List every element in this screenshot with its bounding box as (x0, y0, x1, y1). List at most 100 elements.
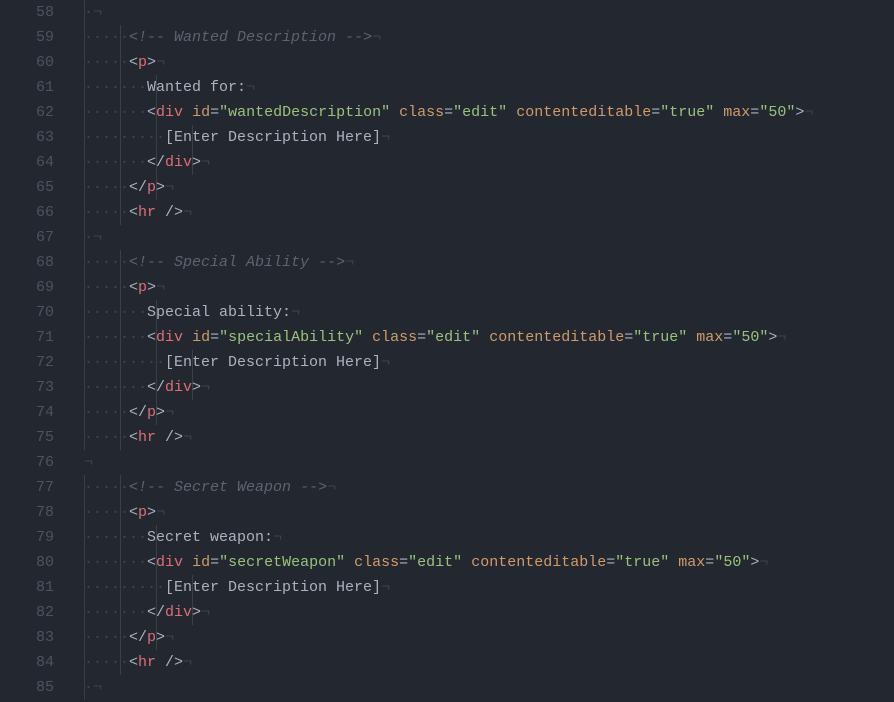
end-of-line-glyph: ¬ (156, 279, 165, 296)
code-line[interactable]: ·······</div>¬ (84, 375, 894, 400)
code-line[interactable]: ·····<!-- Secret Weapon -->¬ (84, 475, 894, 500)
code-line[interactable]: ·······</div>¬ (84, 600, 894, 625)
end-of-line-glyph: ¬ (273, 529, 282, 546)
line-number: 64 (0, 150, 54, 175)
code-line[interactable]: ·······</div>¬ (84, 150, 894, 175)
code-line[interactable]: ·······<div id="specialAbility" class="e… (84, 325, 894, 350)
line-number: 69 (0, 275, 54, 300)
end-of-line-glyph: ¬ (165, 629, 174, 646)
code-line[interactable]: ·····<p>¬ (84, 50, 894, 75)
end-of-line-glyph: ¬ (759, 554, 768, 571)
code-line[interactable]: ·······<div id="wantedDescription" class… (84, 100, 894, 125)
line-number: 63 (0, 125, 54, 150)
end-of-line-glyph: ¬ (291, 304, 300, 321)
code-text: ·····<hr />¬ (84, 425, 192, 450)
code-text: ·····<!-- Wanted Description -->¬ (84, 25, 381, 50)
end-of-line-glyph: ¬ (156, 54, 165, 71)
end-of-line-glyph: ¬ (183, 204, 192, 221)
code-text: ·¬ (84, 225, 102, 250)
code-line[interactable]: ·········[Enter Description Here]¬ (84, 575, 894, 600)
code-text: ·····</p>¬ (84, 175, 174, 200)
line-number: 80 (0, 550, 54, 575)
code-line[interactable]: ·········[Enter Description Here]¬ (84, 125, 894, 150)
line-number: 60 (0, 50, 54, 75)
code-line[interactable]: ·····</p>¬ (84, 175, 894, 200)
line-number: 78 (0, 500, 54, 525)
end-of-line-glyph: ¬ (93, 679, 102, 696)
line-number: 79 (0, 525, 54, 550)
code-area[interactable]: ·¬·····<!-- Wanted Description -->¬·····… (84, 0, 894, 702)
code-text: ·····<!-- Secret Weapon -->¬ (84, 475, 336, 500)
end-of-line-glyph: ¬ (183, 429, 192, 446)
code-text: ·······Special ability:¬ (84, 300, 300, 325)
line-number: 72 (0, 350, 54, 375)
code-line[interactable]: ·····<!-- Special Ability -->¬ (84, 250, 894, 275)
code-line[interactable]: ·····<hr />¬ (84, 425, 894, 450)
line-number: 83 (0, 625, 54, 650)
code-line[interactable]: ·····<hr />¬ (84, 200, 894, 225)
code-text: ·······<div id="secretWeapon" class="edi… (84, 550, 768, 575)
code-line[interactable]: ·····<p>¬ (84, 275, 894, 300)
line-number: 75 (0, 425, 54, 450)
code-line[interactable]: ·¬ (84, 0, 894, 25)
line-number: 77 (0, 475, 54, 500)
code-text: ·····<hr />¬ (84, 650, 192, 675)
line-number: 61 (0, 75, 54, 100)
code-line[interactable]: ·····</p>¬ (84, 400, 894, 425)
code-text: ·········[Enter Description Here]¬ (84, 575, 390, 600)
end-of-line-glyph: ¬ (372, 29, 381, 46)
code-text: ·····</p>¬ (84, 625, 174, 650)
code-line[interactable]: ·····<!-- Wanted Description -->¬ (84, 25, 894, 50)
code-text: ·····<p>¬ (84, 50, 165, 75)
end-of-line-glyph: ¬ (381, 579, 390, 596)
code-line[interactable]: ·······Secret weapon:¬ (84, 525, 894, 550)
code-line[interactable]: ·······Special ability:¬ (84, 300, 894, 325)
code-text: ·····<!-- Special Ability -->¬ (84, 250, 354, 275)
end-of-line-glyph: ¬ (381, 354, 390, 371)
line-number: 68 (0, 250, 54, 275)
code-line[interactable]: ¬ (84, 450, 894, 475)
line-number: 76 (0, 450, 54, 475)
code-line[interactable]: ·····<hr />¬ (84, 650, 894, 675)
code-text: ·······</div>¬ (84, 150, 210, 175)
code-line[interactable]: ·¬ (84, 675, 894, 700)
code-text: ·····<p>¬ (84, 500, 165, 525)
end-of-line-glyph: ¬ (345, 254, 354, 271)
end-of-line-glyph: ¬ (165, 179, 174, 196)
code-text: ¬ (84, 450, 93, 475)
line-number: 58 (0, 0, 54, 25)
line-number: 84 (0, 650, 54, 675)
line-number: 67 (0, 225, 54, 250)
line-number: 85 (0, 675, 54, 700)
end-of-line-glyph: ¬ (183, 654, 192, 671)
line-number: 59 (0, 25, 54, 50)
code-editor[interactable]: 5859606162636465666768697071727374757677… (0, 0, 894, 702)
end-of-line-glyph: ¬ (201, 154, 210, 171)
code-text: ·······Secret weapon:¬ (84, 525, 282, 550)
end-of-line-glyph: ¬ (201, 604, 210, 621)
line-number: 62 (0, 100, 54, 125)
line-number: 74 (0, 400, 54, 425)
code-line[interactable]: ·····</p>¬ (84, 625, 894, 650)
end-of-line-glyph: ¬ (84, 454, 93, 471)
end-of-line-glyph: ¬ (156, 504, 165, 521)
end-of-line-glyph: ¬ (777, 329, 786, 346)
code-line[interactable]: ·······<div id="secretWeapon" class="edi… (84, 550, 894, 575)
end-of-line-glyph: ¬ (93, 4, 102, 21)
line-number: 71 (0, 325, 54, 350)
code-text: ·¬ (84, 675, 102, 700)
code-text: ·······</div>¬ (84, 375, 210, 400)
end-of-line-glyph: ¬ (327, 479, 336, 496)
code-text: ·······<div id="wantedDescription" class… (84, 100, 813, 125)
code-line[interactable]: ·····<p>¬ (84, 500, 894, 525)
code-line[interactable]: ·········[Enter Description Here]¬ (84, 350, 894, 375)
code-text: ·····</p>¬ (84, 400, 174, 425)
code-line[interactable]: ·¬ (84, 225, 894, 250)
line-number-gutter: 5859606162636465666768697071727374757677… (0, 0, 64, 702)
line-number: 70 (0, 300, 54, 325)
code-text: ·······<div id="specialAbility" class="e… (84, 325, 786, 350)
code-text: ·········[Enter Description Here]¬ (84, 125, 390, 150)
line-number: 81 (0, 575, 54, 600)
line-number: 65 (0, 175, 54, 200)
code-line[interactable]: ·······Wanted for:¬ (84, 75, 894, 100)
